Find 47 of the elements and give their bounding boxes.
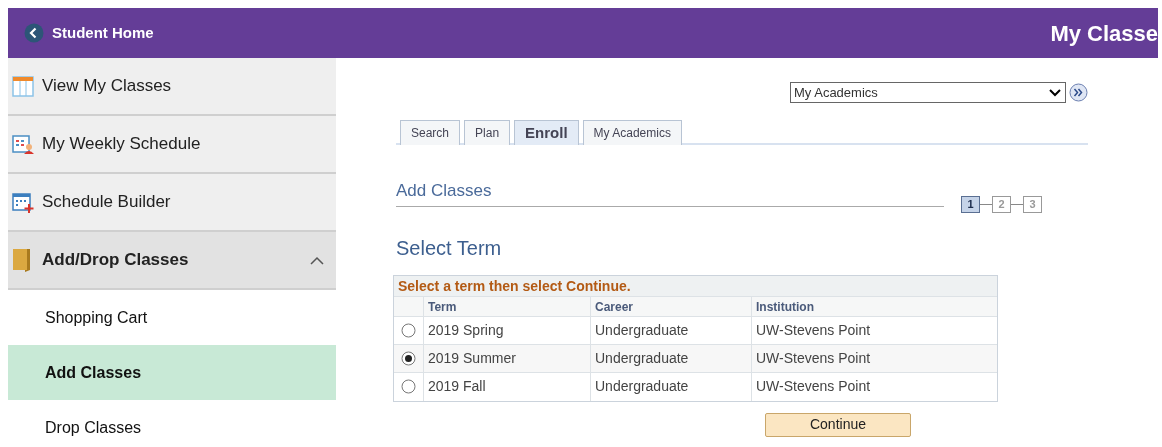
go-icon[interactable] (1069, 83, 1088, 102)
continue-button[interactable]: Continue (765, 412, 911, 437)
radio-button[interactable] (401, 350, 416, 366)
item-label: View My Classes (42, 75, 173, 98)
sidebar-subitem[interactable]: Add Classes (8, 345, 336, 400)
table-cell-text: UW-Stevens Point (756, 320, 871, 340)
column-header: Career (591, 296, 752, 316)
page-heading: Select Term (396, 235, 503, 261)
step-indicator: 3 (1023, 195, 1042, 213)
instruction-text: Select a term then select Continue. (394, 275, 997, 296)
tab[interactable]: Enroll (514, 120, 579, 145)
item-label: Schedule Builder (42, 191, 172, 214)
page-title: My Classe (1050, 19, 1158, 48)
calendar-icon (12, 75, 34, 97)
chevron-up-icon[interactable] (310, 255, 324, 265)
sidebar-item[interactable]: View My Classes (8, 58, 336, 116)
navigation-dropdown[interactable]: My Academics (790, 82, 1066, 103)
column-header: Term (424, 296, 591, 316)
sidebar-item[interactable]: My Weekly Schedule (8, 116, 336, 174)
radio-button[interactable] (401, 379, 416, 394)
schedule-icon (12, 133, 34, 155)
sidebar-group[interactable]: Add/Drop Classes (8, 232, 336, 290)
dropdown-value: My Academics (794, 83, 878, 102)
back-icon[interactable] (24, 23, 44, 43)
tab[interactable]: Plan (464, 120, 511, 145)
sidebar-item[interactable]: Schedule Builder (8, 174, 336, 232)
step-indicator: 1 (961, 195, 980, 213)
chevron-down-icon (1048, 87, 1062, 98)
table-cell-text: UW-Stevens Point (756, 377, 871, 396)
table-cell-text: Undergraduate (595, 377, 689, 396)
table-cell-text: UW-Stevens Point (756, 348, 871, 368)
table-cell-text: 2019 Summer (428, 348, 516, 368)
column-header: Institution (755, 298, 815, 316)
tab[interactable]: My Academics (582, 120, 682, 145)
back-link[interactable]: Student Home (52, 21, 154, 45)
radio-button[interactable] (401, 322, 416, 338)
step-indicator: 2 (992, 195, 1011, 213)
item-label: My Weekly Schedule (42, 133, 202, 156)
tab[interactable]: Search (400, 120, 461, 145)
table-cell-text: 2019 Spring (428, 320, 504, 340)
table-cell-text: Undergraduate (595, 320, 689, 340)
item-label: Add/Drop Classes (42, 249, 190, 272)
section-heading: Add Classes (396, 178, 944, 207)
calendar-add-icon (12, 191, 34, 213)
table-cell-text: 2019 Fall (428, 377, 486, 396)
folder-icon (12, 248, 32, 272)
table-cell-text: Undergraduate (595, 348, 689, 368)
